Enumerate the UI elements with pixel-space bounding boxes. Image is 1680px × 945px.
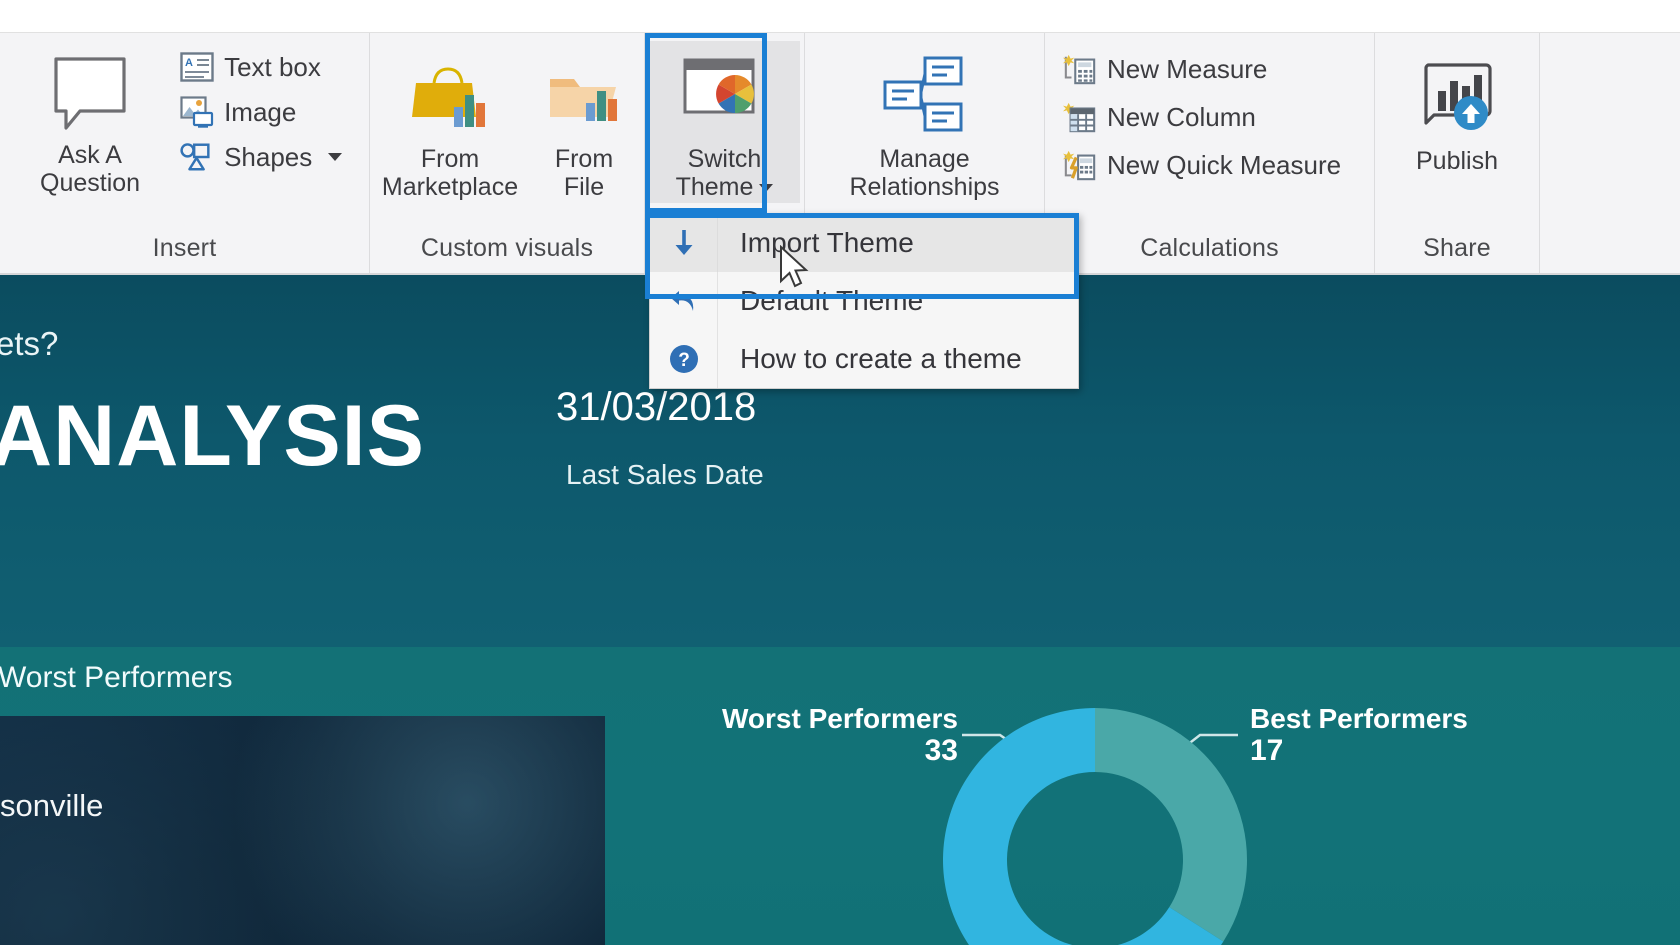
switch-theme-icon (679, 51, 771, 143)
shapes-button[interactable]: Shapes (174, 139, 348, 175)
from-file-label-2: File (563, 173, 605, 201)
revert-arrow-icon (650, 272, 718, 330)
from-file-icon (542, 51, 626, 143)
donut-slice-best-performers[interactable] (1095, 708, 1247, 942)
manage-relationships-label-1: Manage (879, 145, 970, 173)
menu-item-how-to-create-a-theme[interactable]: ? How to create a theme (650, 330, 1078, 388)
ribbon-group-title-insert: Insert (152, 234, 217, 262)
donut-svg (943, 708, 1247, 945)
ask-a-question-label-2: Question (40, 169, 141, 197)
image-button[interactable]: Image (174, 94, 348, 130)
menu-item-how-to-create-a-theme-label: How to create a theme (740, 343, 1022, 374)
ribbon-group-title-share: Share (1423, 234, 1491, 262)
svg-text:A: A (185, 57, 193, 69)
new-quick-measure-icon (1063, 148, 1097, 182)
ribbon-group-share: Publish Share (1375, 33, 1540, 273)
ask-a-question-label-1: Ask A (58, 141, 122, 169)
text-box-label: Text box (224, 51, 321, 82)
window-title-bar (0, 0, 1680, 33)
from-marketplace-label-1: From (420, 145, 480, 173)
text-box-icon: A (180, 50, 214, 84)
switch-theme-dropdown-menu[interactable]: Import Theme Default Theme ? How to crea… (649, 213, 1079, 389)
menu-item-default-theme[interactable]: Default Theme (650, 272, 1078, 330)
from-file-button[interactable]: From File (536, 45, 632, 203)
from-file-label-1: From (554, 145, 614, 173)
download-arrow-icon (650, 214, 718, 272)
ribbon-group-title-custom-visuals: Custom visuals (420, 234, 594, 262)
worst-performer-city-label: sonville (0, 788, 104, 823)
ribbon-group-calculations: New Measure New Column New Quick Measure… (1045, 33, 1375, 273)
new-quick-measure-button[interactable]: New Quick Measure (1057, 147, 1347, 183)
worst-performer-photo-card[interactable]: sonville (0, 716, 605, 945)
from-marketplace-button[interactable]: From Marketplace (382, 45, 518, 203)
ribbon-empty-space (1540, 33, 1680, 273)
manage-relationships-button[interactable]: Manage Relationships (839, 45, 1009, 203)
new-measure-label: New Measure (1107, 53, 1268, 84)
chevron-down-icon[interactable] (759, 184, 774, 193)
menu-item-import-theme-label: Import Theme (740, 227, 914, 258)
manage-relationships-label-2: Relationships (849, 173, 1000, 201)
image-icon (180, 95, 214, 129)
last-sales-date-label: Last Sales Date (566, 459, 764, 490)
ask-question-icon (51, 47, 129, 139)
new-column-button[interactable]: New Column (1057, 99, 1347, 135)
publish-button[interactable]: Publish (1404, 47, 1510, 177)
ribbon-group-insert: Ask A Question A Text box Image Shapes I… (0, 33, 370, 273)
image-label: Image (224, 96, 297, 127)
menu-item-import-theme[interactable]: Import Theme (650, 214, 1078, 272)
new-column-icon (1063, 100, 1097, 134)
ask-a-question-button[interactable]: Ask A Question (30, 41, 150, 199)
marketplace-icon (408, 51, 492, 143)
worst-performers-heading: Worst Performers (0, 661, 233, 694)
new-measure-button[interactable]: New Measure (1057, 51, 1347, 87)
publish-label: Publish (1416, 147, 1498, 175)
power-bi-window: Ask A Question A Text box Image Shapes I… (0, 0, 1680, 945)
shapes-label: Shapes (224, 141, 313, 172)
last-sales-date-value: 31/03/2018 (556, 385, 757, 429)
svg-text:?: ? (678, 350, 690, 371)
new-column-label: New Column (1107, 101, 1256, 132)
switch-theme-label-2: Theme (675, 173, 754, 201)
new-measure-icon (1063, 52, 1097, 86)
new-quick-measure-label: New Quick Measure (1107, 149, 1342, 180)
text-box-button[interactable]: A Text box (174, 49, 348, 85)
report-question-text: ets? (0, 325, 59, 362)
chevron-down-icon[interactable] (328, 153, 343, 161)
menu-item-default-theme-label: Default Theme (740, 285, 924, 316)
switch-theme-button[interactable]: Switch Theme (649, 41, 800, 203)
ribbon-group-title-calculations: Calculations (1140, 234, 1279, 262)
performers-donut-chart[interactable]: Worst Performers 33 Best Performers 17 (700, 675, 1680, 945)
donut-slices (943, 708, 1247, 945)
shapes-icon (180, 140, 214, 174)
report-title: ANALYSIS (0, 388, 425, 484)
help-question-icon: ? (650, 330, 718, 388)
from-marketplace-label-2: Marketplace (381, 173, 519, 201)
ribbon-group-custom-visuals: From Marketplace From File Custom visual… (370, 33, 645, 273)
publish-icon (1414, 53, 1500, 145)
switch-theme-label-1: Switch (687, 145, 762, 173)
manage-relationships-icon (879, 51, 971, 143)
